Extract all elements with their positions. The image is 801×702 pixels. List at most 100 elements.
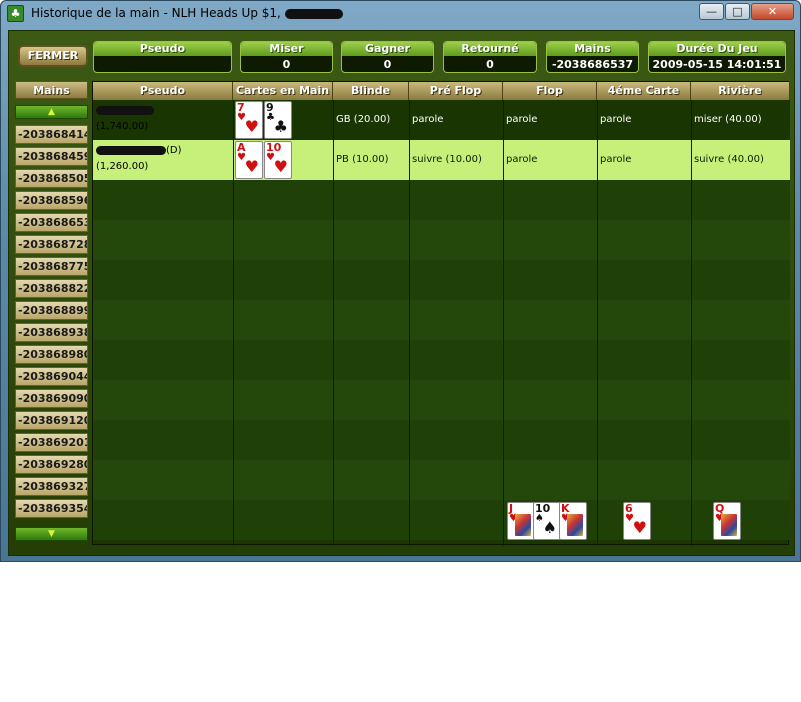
column-divider: [691, 100, 692, 546]
player-stack: (1,740.00): [96, 121, 149, 132]
hand-list-item[interactable]: -2038693278: [15, 477, 88, 496]
fermer-button[interactable]: FERMER: [18, 45, 88, 67]
info-mains: Mains -2038686537: [546, 41, 639, 73]
info-duree-label: Durée Du Jeu: [649, 42, 785, 56]
table-cell: GB (20.00): [336, 114, 391, 125]
column-divider: [597, 100, 598, 546]
hand-list-item[interactable]: -2038688229: [15, 279, 88, 298]
playing-card: 7 ♥ ♥: [235, 101, 263, 139]
table-row[interactable]: [93, 180, 790, 220]
hand-history-table: Pseudo Cartes en Main Blinde Pré Flop Fl…: [92, 81, 790, 546]
hand-list-item[interactable]: -2038688992: [15, 301, 88, 320]
table-row[interactable]: [93, 260, 790, 300]
col-header-pseudo[interactable]: Pseudo: [93, 82, 233, 100]
col-header-riviere[interactable]: Rivière: [691, 82, 790, 100]
table-cell: parole: [412, 114, 444, 125]
hand-list-item[interactable]: -2038692010: [15, 433, 88, 452]
card-pip-icon: [721, 514, 737, 536]
redacted-player-name: [96, 145, 166, 155]
table-row[interactable]: [93, 220, 790, 260]
table-cell: PB (10.00): [336, 154, 389, 165]
title-bar[interactable]: ♣ Historique de la main - NLH Heads Up $…: [1, 1, 800, 27]
table-row[interactable]: [93, 340, 790, 380]
col-header-quatrieme[interactable]: 4éme Carte: [597, 82, 691, 100]
player-stack: (1,260.00): [96, 161, 149, 172]
hand-list-item[interactable]: -2038685961: [15, 191, 88, 210]
info-duree-value: 2009-05-15 14:01:51: [652, 58, 782, 71]
table-cell: parole: [600, 114, 632, 125]
scroll-up-button[interactable]: ▲: [15, 105, 88, 119]
playing-card: A ♥ ♥: [235, 141, 263, 179]
card-pip-icon: ♥: [244, 117, 259, 136]
hand-list-item[interactable]: -2038685059: [15, 169, 88, 188]
table-cell: suivre (10.00): [412, 154, 482, 165]
hand-list-item[interactable]: -2038690907: [15, 389, 88, 408]
info-retourne-value: 0: [486, 58, 494, 71]
table-cell: parole: [506, 154, 538, 165]
playing-card: K ♥: [559, 502, 587, 540]
table-row[interactable]: [93, 380, 790, 420]
info-miser-value: 0: [282, 58, 291, 71]
info-retourne-label: Retourné: [444, 42, 536, 56]
info-duree: Durée Du Jeu 2009-05-15 14:01:51: [648, 41, 786, 73]
dealer-marker: (D): [166, 145, 182, 156]
info-miser-label: Miser: [241, 42, 332, 56]
info-gagner-label: Gagner: [342, 42, 433, 56]
table-cell: suivre (40.00): [694, 154, 764, 165]
redacted-title-part: [284, 8, 343, 19]
hand-list-item[interactable]: -2038693541: [15, 499, 88, 518]
card-pip-icon: ♥: [632, 518, 647, 537]
hand-list-item[interactable]: -2038684590: [15, 147, 88, 166]
table-row[interactable]: [93, 300, 790, 340]
hand-history-window: ♣ Historique de la main - NLH Heads Up $…: [0, 0, 801, 562]
info-miser: Miser 0: [240, 41, 333, 73]
minimize-button[interactable]: —: [699, 3, 724, 20]
hand-list-item[interactable]: -2038686537: [15, 213, 88, 232]
card-pip-icon: [515, 514, 531, 536]
column-divider: [333, 100, 334, 546]
info-gagner: Gagner 0: [341, 41, 434, 73]
info-mains-label: Mains: [547, 42, 638, 56]
table-cell: parole: [600, 154, 632, 165]
client-area: FERMER Pseudo Miser 0 Gagner 0 Retourné …: [8, 30, 795, 556]
card-pip-icon: ♥: [244, 157, 259, 176]
table-row[interactable]: [93, 420, 790, 460]
maximize-button[interactable]: □: [725, 3, 750, 20]
info-pseudo-label: Pseudo: [94, 42, 231, 56]
playing-card: 6 ♥ ♥: [623, 502, 651, 540]
table-row[interactable]: [93, 460, 790, 500]
info-mains-value: -2038686537: [551, 58, 634, 71]
hand-list[interactable]: -2038684142 -2038684590 -2038685059 -203868…: [15, 125, 88, 523]
close-button[interactable]: ✕: [751, 3, 794, 20]
playing-card: J ♥: [507, 502, 535, 540]
hand-list-item[interactable]: -2038687750: [15, 257, 88, 276]
table-row[interactable]: J ♥ 10 ♠ ♠ K ♥ 6 ♥ ♥ Q ♥: [93, 500, 790, 540]
mains-header: Mains: [15, 81, 88, 99]
info-pseudo: Pseudo: [93, 41, 232, 73]
table-cell: miser (40.00): [694, 114, 762, 125]
table-cell: parole: [506, 114, 538, 125]
card-pip-icon: [567, 514, 583, 536]
hand-list-item[interactable]: -2038684142: [15, 125, 88, 144]
player-name: (D): [96, 145, 182, 157]
table-row[interactable]: (1,740.00) 7 ♥ ♥ 9 ♣ ♣ GB (20.00) parole parole pa…: [93, 100, 790, 140]
redacted-player-name: [96, 105, 154, 115]
col-header-flop[interactable]: Flop: [503, 82, 597, 100]
playing-card: Q ♥: [713, 502, 741, 540]
col-header-blinde[interactable]: Blinde: [333, 82, 409, 100]
hand-list-item[interactable]: -2038687280: [15, 235, 88, 254]
col-header-cartes[interactable]: Cartes en Main: [233, 82, 333, 100]
hand-list-item[interactable]: -2038690445: [15, 367, 88, 386]
player-name: [96, 105, 154, 117]
scroll-down-button[interactable]: ▼: [15, 527, 88, 541]
table-row[interactable]: (D) (1,260.00) A ♥ ♥ 10 ♥ ♥ PB (10.00) suivre (10…: [93, 140, 790, 180]
info-pseudo-value: [94, 56, 231, 72]
hand-list-item[interactable]: -2038691205: [15, 411, 88, 430]
hand-list-item[interactable]: -2038689380: [15, 323, 88, 342]
col-header-preflop[interactable]: Pré Flop: [409, 82, 503, 100]
column-divider: [409, 100, 410, 546]
window-title: Historique de la main - NLH Heads Up $1,: [31, 6, 343, 20]
table-header: Pseudo Cartes en Main Blinde Pré Flop Fl…: [93, 82, 790, 100]
hand-list-item[interactable]: -2038692805: [15, 455, 88, 474]
hand-list-item[interactable]: -2038689800: [15, 345, 88, 364]
